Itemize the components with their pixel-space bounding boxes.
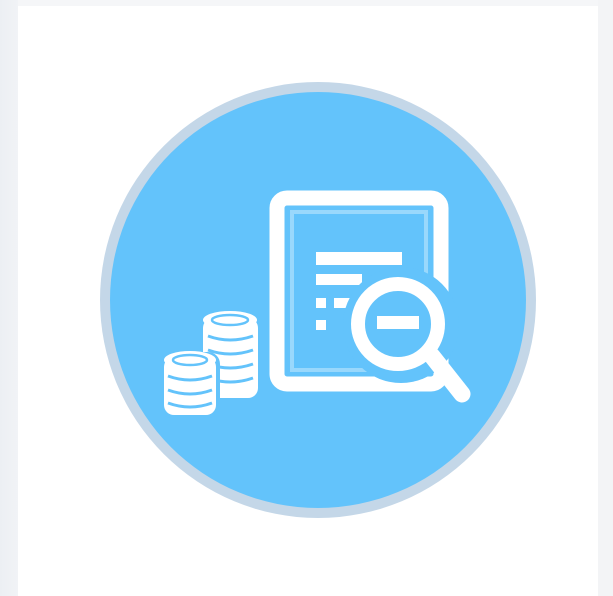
finance-audit-illustration [100,82,536,518]
document-bullet-1 [316,298,326,308]
document-bullet-2 [316,320,326,330]
document-line-1 [316,252,402,265]
minus-sign [377,316,419,329]
short-coin-stack [160,351,220,418]
document-line-2 [316,274,362,285]
